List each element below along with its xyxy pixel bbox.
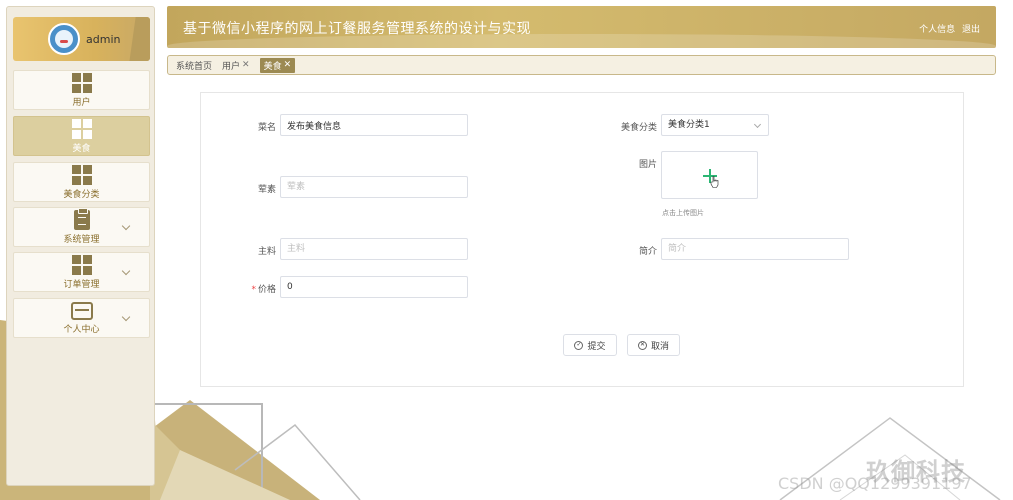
- chevron-down-icon: [121, 312, 131, 322]
- food-form-panel: 菜名 美食分类 美食分类1 图片 点击上传图片 荤素 主料 简介 *价格 ✓ 提…: [200, 92, 964, 387]
- sidebar-item-label: 订单管理: [63, 279, 100, 290]
- sidebar: admin 用户 美食 美食分类 系统管理 订单管理 个人中心: [6, 6, 155, 486]
- intro-input[interactable]: [661, 238, 849, 260]
- tab-label: 美食: [263, 61, 282, 72]
- user-card-fold: [128, 17, 150, 61]
- required-mark: *: [251, 285, 256, 295]
- category-select[interactable]: 美食分类1: [661, 114, 769, 136]
- dish-name-label: 菜名: [257, 123, 276, 133]
- sidebar-item-order-management[interactable]: 订单管理: [13, 252, 150, 292]
- sidebar-item-personal-center[interactable]: 个人中心: [13, 298, 150, 338]
- sidebar-item-label: 系统管理: [63, 234, 100, 245]
- sidebar-item-food[interactable]: 美食: [13, 116, 150, 156]
- tab-label: 系统首页: [176, 61, 213, 72]
- chevron-down-icon: [753, 120, 762, 129]
- sidebar-item-label: 美食: [72, 143, 91, 154]
- submit-button[interactable]: ✓ 提交: [563, 334, 617, 356]
- price-label-text: 价格: [257, 285, 276, 295]
- meat-veg-input[interactable]: [280, 176, 468, 198]
- logout-link[interactable]: 退出: [962, 25, 980, 35]
- chevron-down-icon: [121, 266, 131, 276]
- image-label: 图片: [638, 160, 657, 170]
- card-icon: [70, 301, 93, 320]
- csdn-watermark: CSDN @QQ1299391197: [778, 474, 972, 493]
- grid-icon: [71, 254, 92, 275]
- sidebar-item-users[interactable]: 用户: [13, 70, 150, 110]
- sidebar-item-system-management[interactable]: 系统管理: [13, 207, 150, 247]
- upload-tip: 点击上传图片: [662, 209, 704, 217]
- sidebar-item-label: 用户: [72, 97, 91, 108]
- tab-home[interactable]: 系统首页: [176, 59, 212, 72]
- dish-name-input[interactable]: [280, 114, 468, 136]
- meat-veg-label: 荤素: [257, 185, 276, 195]
- sidebar-item-label: 美食分类: [63, 189, 100, 200]
- submit-label: 提交: [587, 341, 606, 352]
- grid-icon: [71, 118, 92, 139]
- header-links: 个人信息 退出: [915, 22, 980, 35]
- breadcrumb: 系统首页 用户 ✕ 美食 ✕: [167, 55, 996, 75]
- close-icon[interactable]: ✕: [284, 60, 292, 70]
- tab-label: 用户: [222, 61, 241, 72]
- user-card: admin: [13, 17, 150, 61]
- profile-link[interactable]: 个人信息: [919, 25, 955, 35]
- close-icon[interactable]: ✕: [242, 60, 250, 70]
- sidebar-item-food-category[interactable]: 美食分类: [13, 162, 150, 202]
- main-ingredient-input[interactable]: [280, 238, 468, 260]
- cancel-label: 取消: [650, 341, 669, 352]
- grid-icon: [71, 72, 92, 93]
- clipboard-icon: [73, 207, 90, 230]
- price-label: * 价格: [216, 282, 276, 295]
- avatar-face-icon: [55, 30, 73, 48]
- user-name: admin: [86, 32, 121, 46]
- page-title: 基于微信小程序的网上订餐服务管理系统的设计与实现: [183, 21, 531, 37]
- close-circle-icon: ✕: [637, 340, 647, 350]
- category-label: 美食分类: [620, 123, 657, 133]
- header: 基于微信小程序的网上订餐服务管理系统的设计与实现 个人信息 退出: [167, 6, 996, 48]
- check-circle-icon: ✓: [574, 340, 584, 350]
- image-upload[interactable]: [661, 151, 758, 199]
- intro-label: 简介: [638, 247, 657, 257]
- category-value: 美食分类1: [668, 120, 710, 130]
- tab-users[interactable]: 用户 ✕: [222, 59, 250, 72]
- chevron-down-icon: [121, 221, 131, 231]
- hand-cursor-icon: [710, 176, 719, 188]
- cancel-button[interactable]: ✕ 取消: [627, 334, 680, 356]
- grid-icon: [71, 164, 92, 185]
- tab-food[interactable]: 美食 ✕: [259, 57, 296, 73]
- main-ingredient-label: 主料: [257, 247, 276, 257]
- sidebar-item-label: 个人中心: [63, 324, 100, 335]
- price-input[interactable]: [280, 276, 468, 298]
- avatar[interactable]: [48, 23, 80, 55]
